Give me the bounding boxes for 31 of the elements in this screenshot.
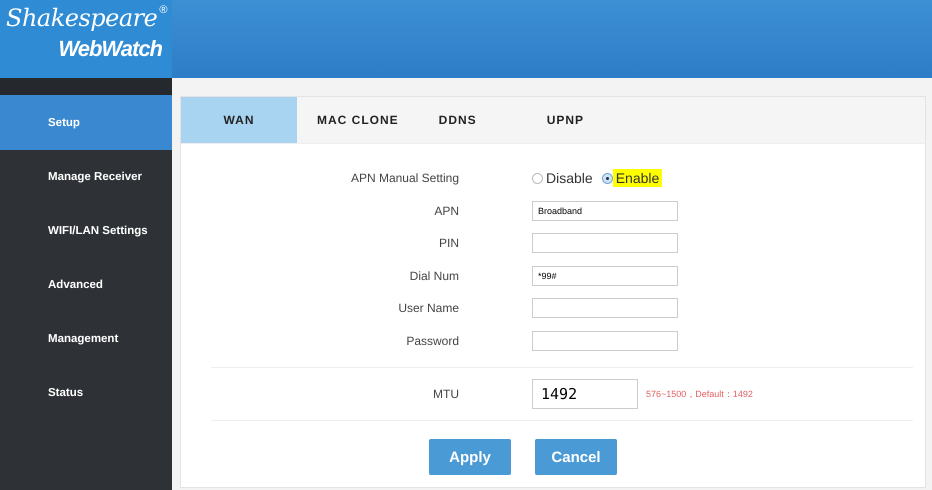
radio-label: Disable: [545, 169, 594, 188]
radio-button[interactable]: [602, 172, 613, 184]
brand-script: Shakespeare: [6, 4, 158, 32]
input-field[interactable]: [532, 298, 678, 318]
tab[interactable]: WAN: [181, 97, 297, 143]
range-hint: 576~1500，Default：1492: [646, 388, 753, 400]
registered-mark: ®: [159, 4, 168, 16]
tab[interactable]: DDNS: [418, 97, 527, 143]
input-field[interactable]: Broadband: [532, 200, 678, 221]
sidebar-item[interactable]: WIFI/LAN Settings: [0, 204, 172, 258]
radio-button[interactable]: [532, 172, 543, 184]
sidebar-item[interactable]: Status: [0, 366, 172, 420]
sidebar-item[interactable]: Manage Receiver: [0, 150, 172, 204]
input-field[interactable]: *99#: [532, 266, 678, 286]
field-label: User Name: [397, 301, 459, 316]
field-label: PIN: [438, 236, 459, 250]
tab[interactable]: UPNP: [526, 97, 604, 143]
tab[interactable]: MAC CLONE: [297, 97, 419, 143]
field-label: APN Manual Setting: [350, 171, 459, 186]
input-field[interactable]: [532, 330, 678, 351]
field-label: Password: [405, 334, 459, 348]
field-label: MTU: [432, 387, 459, 401]
sidebar-item[interactable]: Management: [0, 312, 172, 366]
radio-label: Enable: [612, 169, 662, 188]
input-field[interactable]: [532, 233, 678, 254]
field-label: Dial Num: [408, 268, 459, 283]
mtu-field[interactable]: 1492: [532, 379, 638, 409]
sidebar-item[interactable]: Advanced: [0, 258, 172, 312]
field-label: APN: [433, 204, 459, 218]
sidebar-item[interactable]: Setup: [0, 95, 172, 150]
product-name: WebWatch: [58, 36, 162, 62]
